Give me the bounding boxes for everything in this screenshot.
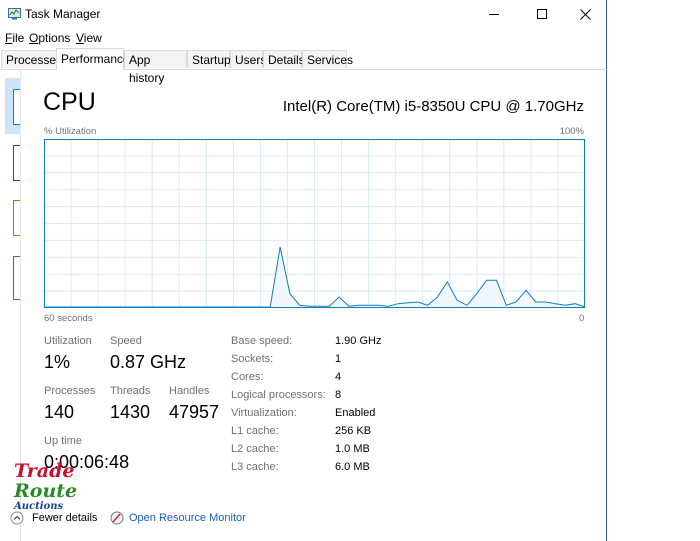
maximize-icon — [536, 9, 547, 19]
handles-value: 47957 — [169, 402, 220, 422]
cpu-model: Intel(R) Core(TM) i5-8350U CPU @ 1.70GHz — [282, 98, 584, 115]
resource-monitor-icon — [110, 511, 124, 525]
memory-thumbnail[interactable] — [13, 145, 20, 181]
graph-y-max: 100% — [559, 126, 584, 137]
cpu-thumbnail[interactable] — [13, 89, 20, 125]
spec-value-l2-cache: 1.0 MB — [335, 443, 370, 455]
menu-options[interactable]: Options — [29, 31, 70, 45]
task-manager-window: Task Manager File Options View Processes… — [0, 0, 607, 541]
page-title: CPU — [43, 88, 96, 116]
spec-label-logical-processors: Logical processors: — [231, 389, 326, 401]
window-title: Task Manager — [25, 7, 101, 21]
watermark-line2: Route — [14, 480, 78, 502]
trade-route-auctions-watermark: Trade Route Auctions — [14, 462, 77, 513]
threads-label: Threads — [110, 385, 151, 397]
minimize-button[interactable] — [471, 0, 517, 29]
spec-value-logical-processors: 8 — [335, 389, 342, 401]
speed-label: Speed — [110, 335, 142, 347]
spec-label-virtualization: Virtualization: — [231, 407, 297, 419]
spec-value-virtualization: Enabled — [335, 407, 376, 419]
utilization-value: 1% — [44, 352, 71, 372]
menu-file[interactable]: File — [5, 31, 24, 45]
spec-value-cores: 4 — [335, 371, 342, 383]
task-manager-icon — [8, 8, 21, 20]
spec-value-l3-cache: 6.0 MB — [335, 461, 370, 473]
spec-value-l1-cache: 256 KB — [335, 425, 372, 437]
spec-value-sockets: 1 — [335, 353, 342, 365]
minimize-icon — [488, 14, 499, 15]
menu-view[interactable]: View — [76, 31, 102, 45]
chevron-up-icon — [10, 511, 24, 525]
title-bar[interactable]: Task Manager — [0, 0, 607, 29]
tab-processes[interactable]: Processes — [1, 50, 62, 68]
spec-label-l1-cache: L1 cache: — [231, 425, 279, 437]
open-resource-monitor-label: Open Resource Monitor — [129, 512, 246, 524]
spec-label-l3-cache: L3 cache: — [231, 461, 279, 473]
speed-value: 0.87 GHz — [110, 352, 187, 372]
fewer-details-label: Fewer details — [32, 512, 98, 524]
watermark-line3: Auctions — [14, 501, 64, 512]
network-thumbnail[interactable] — [13, 256, 20, 300]
tab-details[interactable]: Details — [263, 50, 305, 68]
spec-label-sockets: Sockets: — [231, 353, 274, 365]
spec-label-base-speed: Base speed: — [231, 335, 293, 347]
spec-label-cores: Cores: — [231, 371, 264, 383]
uptime-label: Up time — [44, 435, 82, 447]
threads-value: 1430 — [110, 402, 151, 422]
close-icon — [579, 9, 591, 20]
spec-value-base-speed: 1.90 GHz — [335, 335, 382, 347]
handles-label: Handles — [169, 385, 210, 397]
utilization-label: Utilization — [44, 335, 92, 347]
graph-y-label: % Utilization — [44, 126, 97, 137]
tab-performance[interactable]: Performance — [56, 48, 130, 70]
graph-time-right: 0 — [579, 313, 585, 324]
tab-bar: Processes Performance App history Startu… — [0, 48, 607, 85]
tab-users[interactable]: Users — [230, 50, 266, 68]
disk-thumbnail[interactable] — [13, 200, 20, 236]
processes-label: Processes — [44, 385, 96, 397]
tab-services[interactable]: Services — [302, 50, 353, 68]
spec-label-l2-cache: L2 cache: — [231, 443, 279, 455]
cpu-utilization-graph — [44, 139, 585, 308]
watermark-line1: Trade — [14, 460, 75, 482]
close-button[interactable] — [562, 0, 608, 29]
maximize-button[interactable] — [519, 0, 565, 29]
tab-app-history[interactable]: App history — [124, 50, 187, 85]
tab-startup[interactable]: Startup — [187, 50, 231, 68]
processes-value: 140 — [44, 402, 75, 422]
graph-time-left: 60 seconds — [44, 313, 93, 324]
